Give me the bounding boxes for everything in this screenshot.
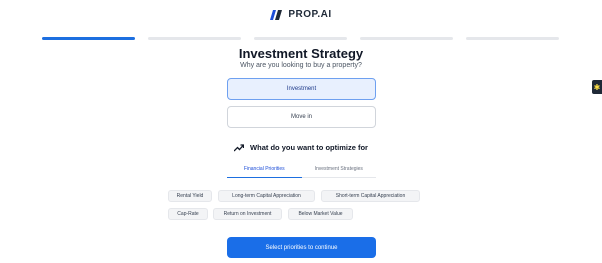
brand-name: PROP.AI bbox=[288, 9, 332, 20]
trending-up-icon bbox=[234, 143, 245, 151]
brand-logo: PROP.AI bbox=[0, 9, 602, 20]
option-investment-button[interactable]: Investment bbox=[227, 78, 376, 100]
tab-investment-strategies[interactable]: Investment Strategies bbox=[301, 164, 376, 178]
step-progress-bar bbox=[42, 37, 559, 40]
progress-step-1 bbox=[42, 37, 135, 40]
chip-short-term-capital-appreciation[interactable]: Short-term Capital Appreciation bbox=[321, 190, 420, 202]
optimize-heading: What do you want to optimize for bbox=[0, 143, 602, 152]
chip-long-term-capital-appreciation[interactable]: Long-term Capital Appreciation bbox=[218, 190, 315, 202]
progress-step-2 bbox=[148, 37, 241, 40]
continue-button[interactable]: Select priorities to continue bbox=[227, 237, 376, 258]
progress-step-4 bbox=[360, 37, 453, 40]
chip-cap-rate[interactable]: Cap-Rate bbox=[168, 208, 208, 220]
chip-below-market-value[interactable]: Below Market Value bbox=[288, 208, 353, 220]
page-subtitle: Why are you looking to buy a property? bbox=[240, 62, 362, 69]
side-widget-tab[interactable]: ✱ bbox=[592, 80, 602, 94]
page-title: Investment Strategy bbox=[238, 46, 364, 61]
chip-rental-yield[interactable]: Rental Yield bbox=[168, 190, 212, 202]
sparkle-icon: ✱ bbox=[593, 82, 601, 92]
chip-return-on-investment[interactable]: Return on Investment bbox=[213, 208, 282, 220]
progress-step-3 bbox=[254, 37, 347, 40]
slash-logo-icon bbox=[270, 9, 283, 20]
progress-step-5 bbox=[466, 37, 559, 40]
option-move-in-button[interactable]: Move in bbox=[227, 106, 376, 128]
priority-tabs: Financial Priorities Investment Strategi… bbox=[227, 164, 376, 178]
tab-financial-priorities[interactable]: Financial Priorities bbox=[227, 164, 302, 178]
optimize-label: What do you want to optimize for bbox=[250, 143, 368, 152]
